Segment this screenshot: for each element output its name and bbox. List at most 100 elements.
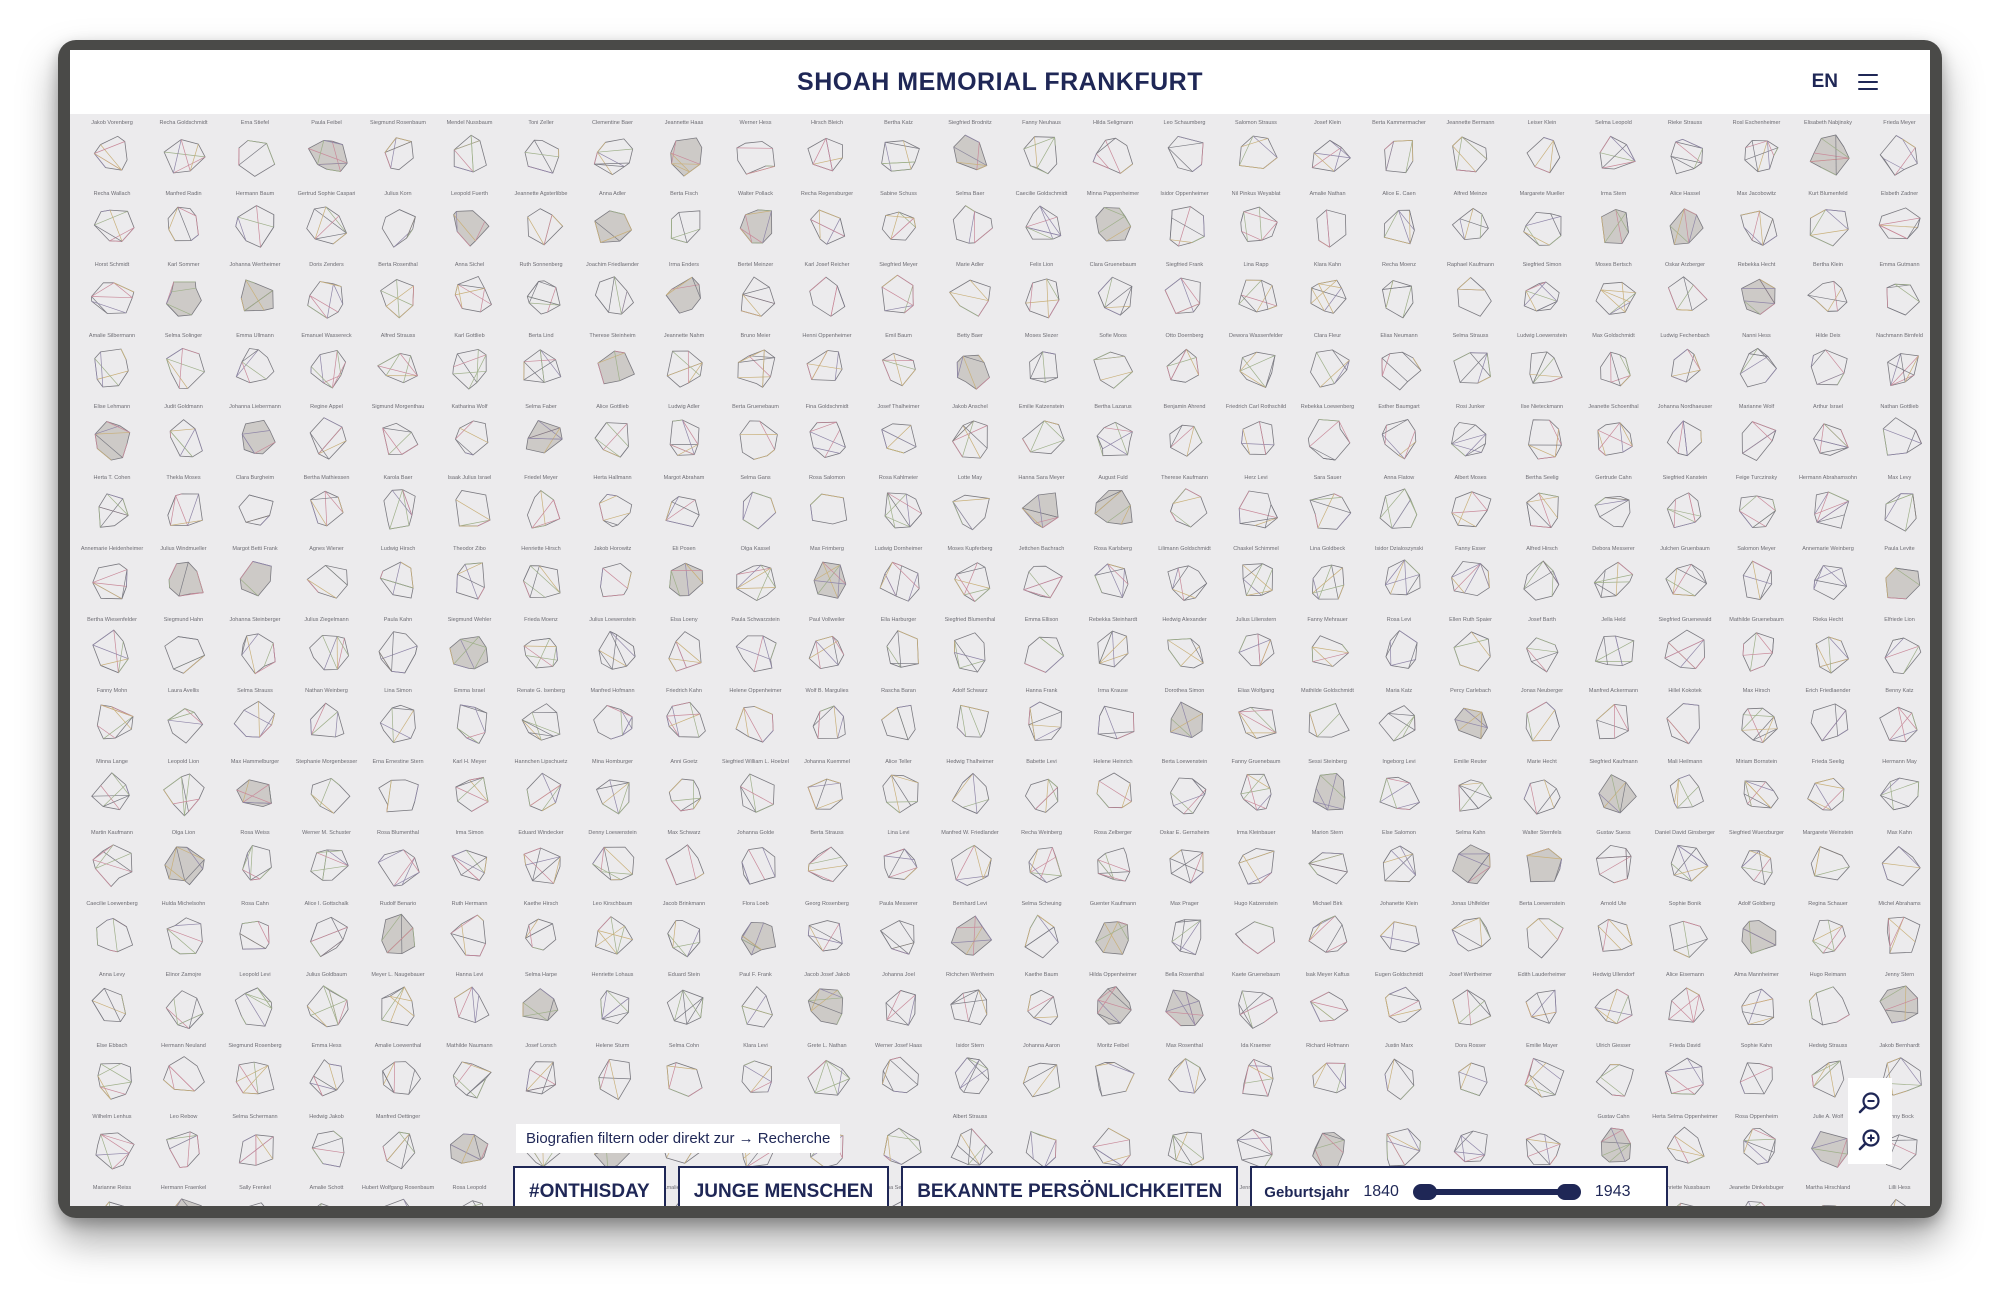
- person-crystal[interactable]: Erich Friedlaender: [1792, 688, 1864, 759]
- person-crystal[interactable]: Babette Levi: [1006, 759, 1078, 830]
- person-crystal[interactable]: Laura Avellis: [148, 688, 220, 759]
- person-crystal[interactable]: Elsa Loeny: [648, 617, 720, 688]
- person-crystal[interactable]: Julius Lilienstern: [1220, 617, 1292, 688]
- person-crystal[interactable]: Oskar Arzberger: [1649, 262, 1721, 333]
- person-crystal[interactable]: Siegmund Hahn: [148, 617, 220, 688]
- person-crystal[interactable]: Emma Gutmann: [1864, 262, 1931, 333]
- person-crystal[interactable]: Moses Kupferberg: [934, 546, 1006, 617]
- person-crystal[interactable]: Anni Goetz: [648, 759, 720, 830]
- person-crystal[interactable]: Marie Adler: [934, 262, 1006, 333]
- person-crystal[interactable]: Johanna Aaron: [1006, 1043, 1078, 1114]
- person-crystal[interactable]: Frieda Moenz: [505, 617, 577, 688]
- person-crystal[interactable]: Leo Schaumberg: [1149, 120, 1221, 191]
- person-crystal[interactable]: Selma Cohn: [648, 1043, 720, 1114]
- person-crystal[interactable]: Adolf Goldberg: [1721, 901, 1793, 972]
- person-crystal[interactable]: Emil Baum: [863, 333, 935, 404]
- person-crystal[interactable]: Minna Pappenheimer: [1077, 191, 1149, 262]
- person-crystal[interactable]: Renate G. Isenberg: [505, 688, 577, 759]
- person-crystal[interactable]: Selma Faber: [505, 404, 577, 475]
- person-crystal[interactable]: Michael Birk: [1292, 901, 1364, 972]
- person-crystal[interactable]: Jacob Josef Jakob: [791, 972, 863, 1043]
- person-crystal[interactable]: Klara Kahn: [1292, 262, 1364, 333]
- person-crystal[interactable]: Siegfried Meyer: [863, 262, 935, 333]
- person-crystal[interactable]: Bertha Seelig: [1506, 475, 1578, 546]
- person-crystal[interactable]: Siegfried Kaufmann: [1578, 759, 1650, 830]
- person-crystal[interactable]: Ilse Nieteckmann: [1506, 404, 1578, 475]
- person-crystal[interactable]: Hermann May: [1864, 759, 1931, 830]
- person-crystal[interactable]: Leopold Levi: [219, 972, 291, 1043]
- person-crystal[interactable]: Berta Lind: [505, 333, 577, 404]
- person-crystal[interactable]: Selma Strauss: [1435, 333, 1507, 404]
- person-crystal[interactable]: [434, 1114, 506, 1185]
- person-crystal[interactable]: Henni Oppenheimer: [791, 333, 863, 404]
- person-crystal[interactable]: Recha Regensburger: [791, 191, 863, 262]
- person-crystal[interactable]: Mali Heilmann: [1649, 759, 1721, 830]
- person-crystal[interactable]: Ella Harburger: [863, 617, 935, 688]
- person-crystal[interactable]: Paul F. Frank: [720, 972, 792, 1043]
- person-crystal[interactable]: Max Prager: [1149, 901, 1221, 972]
- person-crystal[interactable]: Annemarie Heidenheimer: [76, 546, 148, 617]
- person-crystal[interactable]: Chaskel Schimmel: [1220, 546, 1292, 617]
- person-crystal[interactable]: Berta Gruenebaum: [720, 404, 792, 475]
- person-crystal[interactable]: Anna Levy: [76, 972, 148, 1043]
- person-crystal[interactable]: Friedrich Carl Rothschild: [1220, 404, 1292, 475]
- person-crystal[interactable]: Johanna Steinberger: [219, 617, 291, 688]
- person-crystal[interactable]: Hermann Abrahamsohn: [1792, 475, 1864, 546]
- person-crystal[interactable]: Johanna Joel: [863, 972, 935, 1043]
- person-crystal[interactable]: Raphael Kaufmann: [1435, 262, 1507, 333]
- person-crystal[interactable]: Mathilde Gruenebaum: [1721, 617, 1793, 688]
- person-crystal[interactable]: Leopold Lion: [148, 759, 220, 830]
- person-crystal[interactable]: Dewora Wassenfelder: [1220, 333, 1292, 404]
- person-crystal[interactable]: Karola Baer: [362, 475, 434, 546]
- person-crystal[interactable]: Rieka Hecht: [1792, 617, 1864, 688]
- site-title[interactable]: SHOAH MEMORIAL FRANKFURT: [797, 68, 1203, 97]
- person-crystal[interactable]: Johanna Nordhaeuser: [1649, 404, 1721, 475]
- person-crystal[interactable]: Siegmund Rosenbaum: [362, 120, 434, 191]
- person-crystal[interactable]: Elise Lehmann: [76, 404, 148, 475]
- person-crystal[interactable]: Siegfried Brodnitz: [934, 120, 1006, 191]
- person-crystal[interactable]: Berta Loewenstein: [1506, 901, 1578, 972]
- person-crystal[interactable]: Mina Homburger: [577, 759, 649, 830]
- person-crystal[interactable]: Miriam Bornstein: [1721, 759, 1793, 830]
- person-crystal[interactable]: Sophie Kahn: [1721, 1043, 1793, 1114]
- person-crystal[interactable]: Werner M. Schuster: [291, 830, 363, 901]
- person-crystal[interactable]: Fanny Neuhaus: [1006, 120, 1078, 191]
- person-crystal[interactable]: Rosa Blumenthal: [362, 830, 434, 901]
- person-crystal[interactable]: Alice Eisemann: [1649, 972, 1721, 1043]
- person-crystal[interactable]: Kaete Gruenebaum: [1220, 972, 1292, 1043]
- person-crystal[interactable]: Herta T. Cohen: [76, 475, 148, 546]
- person-crystal[interactable]: Alfred Hirsch: [1506, 546, 1578, 617]
- person-crystal[interactable]: Debora Messerer: [1578, 546, 1650, 617]
- person-crystal[interactable]: Rieke Strauss: [1649, 120, 1721, 191]
- person-crystal[interactable]: Henriette Hirsch: [505, 546, 577, 617]
- person-crystal[interactable]: Bertha Wiesenfelder: [76, 617, 148, 688]
- person-crystal[interactable]: Anna Sichel: [434, 262, 506, 333]
- person-crystal[interactable]: Mathilde Naumann: [434, 1043, 506, 1114]
- person-crystal[interactable]: Rascha Baran: [863, 688, 935, 759]
- person-crystal[interactable]: Hugo Katzenstein: [1220, 901, 1292, 972]
- person-crystal[interactable]: Gertrude Cahn: [1578, 475, 1650, 546]
- person-crystal[interactable]: Meyer L. Naugebauer: [362, 972, 434, 1043]
- person-crystal[interactable]: Rosi Junker: [1435, 404, 1507, 475]
- person-crystal[interactable]: Max Kahn: [1864, 830, 1931, 901]
- person-crystal[interactable]: Hillel Kokotek: [1649, 688, 1721, 759]
- person-crystal[interactable]: Berta Kammermacher: [1363, 120, 1435, 191]
- person-crystal[interactable]: Erna Stiefel: [219, 120, 291, 191]
- person-crystal[interactable]: Alfred Strauss: [362, 333, 434, 404]
- person-crystal[interactable]: Ludwig Loewenstein: [1506, 333, 1578, 404]
- person-crystal[interactable]: Berta Loewenstein: [1149, 759, 1221, 830]
- person-crystal[interactable]: Fina Goldschmidt: [791, 404, 863, 475]
- person-crystal[interactable]: Lina Rapp: [1220, 262, 1292, 333]
- person-crystal[interactable]: Karl H. Meyer: [434, 759, 506, 830]
- person-crystal[interactable]: Benny Katz: [1864, 688, 1931, 759]
- person-crystal[interactable]: Maria Katz: [1363, 688, 1435, 759]
- person-crystal[interactable]: Leopold Fuerth: [434, 191, 506, 262]
- person-crystal[interactable]: Alice E. Caen: [1363, 191, 1435, 262]
- person-crystal[interactable]: Theodor Zibo: [434, 546, 506, 617]
- person-crystal[interactable]: Arthur Israel: [1792, 404, 1864, 475]
- person-crystal[interactable]: Moses Slezer: [1006, 333, 1078, 404]
- person-crystal[interactable]: Ingeborg Levi: [1363, 759, 1435, 830]
- person-crystal[interactable]: Julius Windmueller: [148, 546, 220, 617]
- person-crystal[interactable]: Siegfried William L. Hoelzel: [720, 759, 792, 830]
- person-crystal[interactable]: Siegfried Kanstein: [1649, 475, 1721, 546]
